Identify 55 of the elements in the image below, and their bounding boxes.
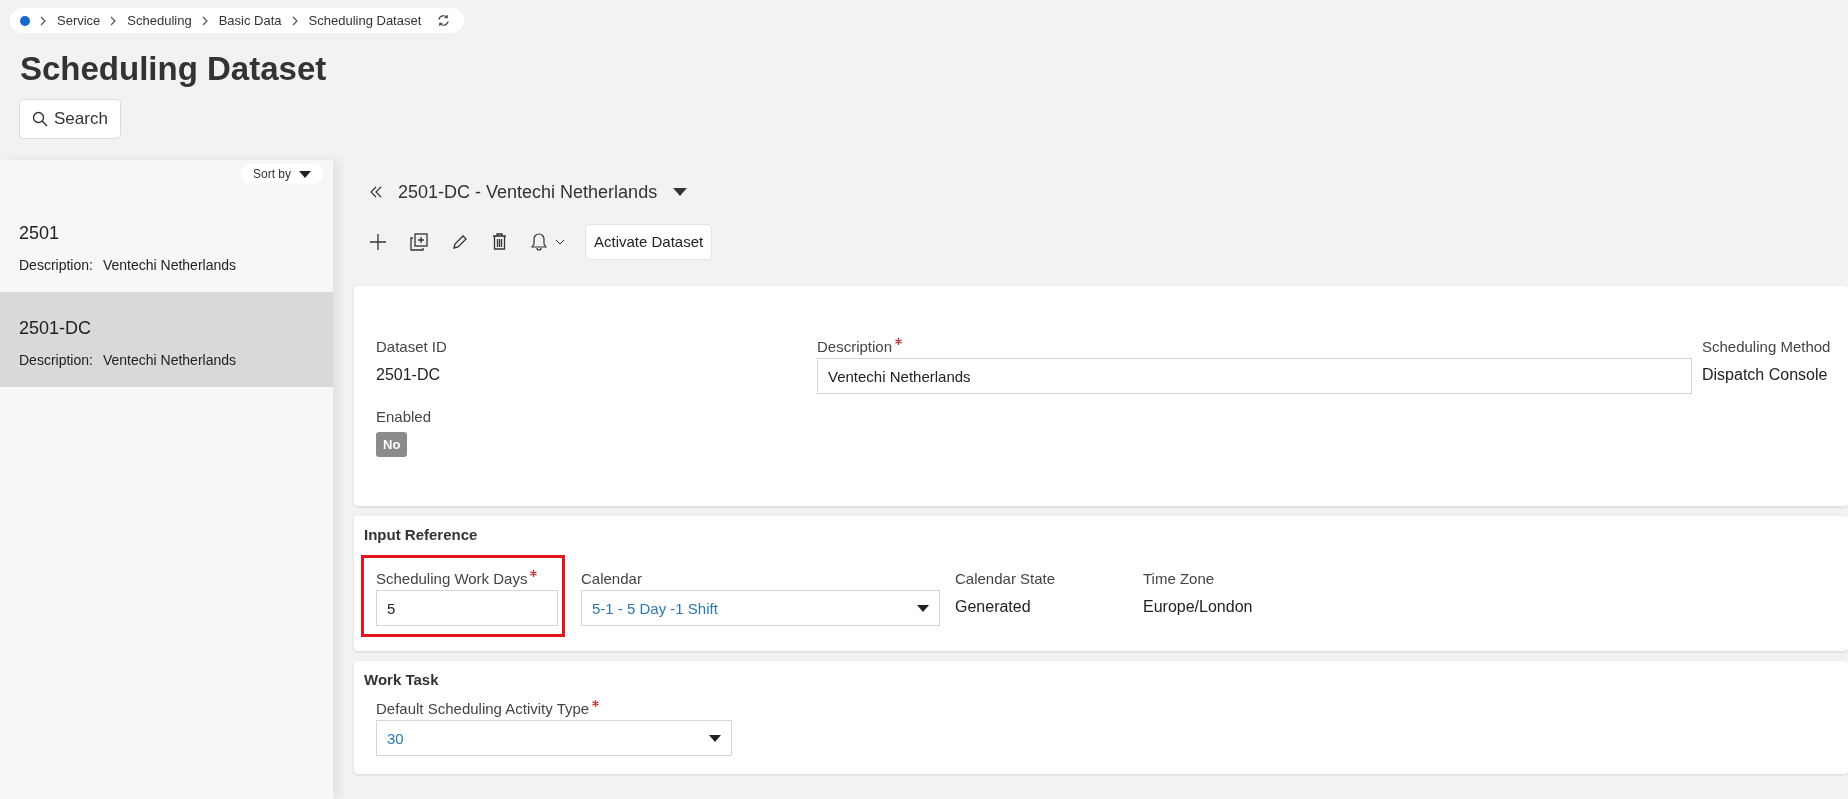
section-title: Work Task [364,670,440,690]
record-list-item[interactable]: 2501 Description: Ventechi Netherlands [0,197,333,292]
sort-button[interactable]: Sort by [241,164,323,184]
chevron-right-icon [291,15,299,26]
description-label: Description: [19,352,93,368]
field-label: Scheduling Work Days [376,570,528,587]
search-button[interactable]: Search [19,99,121,139]
activate-dataset-button[interactable]: Activate Dataset [585,223,713,260]
section-title: Input Reference [364,525,479,545]
duplicate-icon[interactable] [410,232,428,251]
breadcrumb-link[interactable]: Basic Data [218,13,282,28]
search-icon [32,111,48,127]
caret-down-icon [709,734,721,742]
chevron-down-icon[interactable] [555,238,565,245]
field-value: 2501-DC [376,365,442,384]
input-field[interactable]: 5 [376,590,558,626]
description-value: Ventechi Netherlands [102,352,236,368]
description-value: Ventechi Netherlands [102,257,236,273]
status-badge: No [376,432,408,457]
description-label: Description: [19,257,93,273]
field-label: Description [817,338,893,355]
field-label: Enabled [376,408,432,425]
dropdown-field[interactable]: 5-1 - 5 Day -1 Shift [581,590,940,626]
page-title: Scheduling Dataset [20,49,328,89]
field-value: Generated [955,597,1032,616]
field-label: Calendar [581,570,642,587]
breadcrumb-link[interactable]: Scheduling Dataset [308,13,422,28]
breadcrumb-link[interactable]: Scheduling [127,13,192,28]
trash-icon[interactable] [492,233,507,250]
field-value: Dispatch Console [1702,365,1829,384]
caret-down-icon[interactable] [673,188,688,196]
breadcrumb-link[interactable]: Service [57,13,101,28]
field-value: Europe/London [1143,597,1254,616]
record-id: 2501 [19,223,61,244]
record-list-item[interactable]: 2501-DC Description: Ventechi Netherlands [0,292,333,387]
bell-icon[interactable] [531,232,547,251]
input-field[interactable]: Ventechi Netherlands [817,358,1692,394]
field-label: Default Scheduling Activity Type [376,700,590,717]
refresh-icon[interactable] [437,14,451,27]
record-id: 2501-DC [19,318,93,339]
home-icon[interactable] [20,15,30,26]
chevron-right-icon [201,15,209,26]
add-icon[interactable] [370,233,386,250]
chevron-right-icon [40,15,47,26]
field-label: Time Zone [1143,570,1215,587]
record-title: 2501-DC - Ventechi Netherlands [398,181,658,203]
field-label: Calendar State [955,570,1056,587]
caret-down-icon [299,170,311,178]
chevron-right-icon [110,15,118,26]
field-label: Dataset ID [376,338,447,355]
caret-down-icon [917,604,929,612]
field-label: Scheduling Method [1702,338,1831,355]
dropdown-field[interactable]: 30 [376,720,732,756]
pencil-icon[interactable] [452,233,468,250]
collapse-icon[interactable] [370,186,382,198]
